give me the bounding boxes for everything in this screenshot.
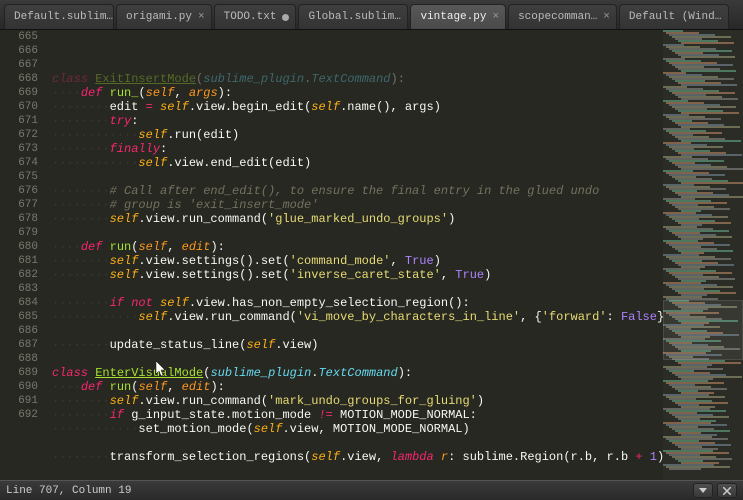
tab-label: origami.py [126,11,192,23]
line-number: 667 [0,58,38,72]
line-number: 671 [0,114,38,128]
code-line[interactable]: ············self.run(edit) [52,128,663,142]
line-number: 680 [0,240,38,254]
tab-close-icon[interactable]: × [603,11,610,23]
code-line[interactable]: ············self.view.end_edit(edit) [52,156,663,170]
code-line[interactable]: ········self.view.run_command('glue_mark… [52,212,663,226]
tab-default-wind-[interactable]: Default (Wind… × [619,4,729,29]
dirty-indicator-icon [282,14,289,21]
tab-label: TODO.txt [224,11,277,23]
minimap-viewport[interactable] [663,300,743,360]
tab-default-sublim-[interactable]: Default.sublim…× [4,4,114,29]
tab-label: vintage.py [420,11,486,23]
code-line[interactable]: class ExitInsertMode(sublime_plugin.Text… [52,72,663,86]
tab-label: Global.sublim… [308,11,400,23]
line-number: 670 [0,100,38,114]
tab-bar: Default.sublim…×origami.py×TODO.txtGloba… [0,0,743,30]
line-number: 683 [0,282,38,296]
line-number: 675 [0,170,38,184]
code-line[interactable]: ········update_status_line(self.view) [52,338,663,352]
tab-close-icon[interactable]: × [727,11,729,23]
line-number: 681 [0,254,38,268]
line-number: 684 [0,296,38,310]
tab-origami-py[interactable]: origami.py × [116,4,212,29]
code-line[interactable]: class EnterVisualMode(sublime_plugin.Tex… [52,366,663,380]
code-line[interactable]: ····def run(self, edit): [52,240,663,254]
code-line[interactable]: ········# group is 'exit_insert_mode' [52,198,663,212]
code-editor[interactable]: class ExitInsertMode(sublime_plugin.Text… [52,30,663,480]
code-line[interactable] [52,436,663,450]
tab-vintage-py[interactable]: vintage.py × [410,4,506,29]
line-number: 689 [0,366,38,380]
line-number: 677 [0,198,38,212]
line-number: 682 [0,268,38,282]
minimap[interactable] [663,30,743,480]
status-close-button[interactable] [717,483,737,498]
line-number: 679 [0,226,38,240]
status-dropdown-button[interactable] [693,483,713,498]
code-line[interactable]: ········self.view.settings().set('comman… [52,254,663,268]
tab-todo-txt[interactable]: TODO.txt [214,4,297,29]
code-line[interactable]: ········edit = self.view.begin_edit(self… [52,100,663,114]
line-number: 669 [0,86,38,100]
code-line[interactable]: ········transform_selection_regions(self… [52,450,663,464]
line-number: 687 [0,338,38,352]
line-number: 668 [0,72,38,86]
tab-scopecomman-[interactable]: scopecomman… × [508,4,617,29]
line-number: 691 [0,394,38,408]
line-number-gutter: 6656666676686696706716726736746756766776… [0,30,52,480]
line-number: 678 [0,212,38,226]
tab-label: Default (Wind… [629,11,721,23]
status-cursor-position: Line 707, Column 19 [6,485,131,497]
code-line[interactable] [52,282,663,296]
line-number: 672 [0,128,38,142]
code-line[interactable]: ········finally: [52,142,663,156]
code-line[interactable]: ········# Call after end_edit(), to ensu… [52,184,663,198]
code-line[interactable]: ········try: [52,114,663,128]
code-line[interactable]: ············self.view.run_command('vi_mo… [52,310,663,324]
code-line[interactable]: ····def run(self, edit): [52,380,663,394]
editor-area: 6656666676686696706716726736746756766776… [0,30,743,480]
line-number: 690 [0,380,38,394]
tab-close-icon[interactable]: × [492,11,499,23]
code-line[interactable]: ····def run_(self, args): [52,86,663,100]
line-number: 686 [0,324,38,338]
tab-label: Default.sublim… [14,11,113,23]
code-line[interactable]: ········self.view.run_command('mark_undo… [52,394,663,408]
code-line[interactable]: ········self.view.settings().set('invers… [52,268,663,282]
tab-label: scopecomman… [518,11,597,23]
code-line[interactable]: ············set_motion_mode(self.view, M… [52,422,663,436]
line-number: 688 [0,352,38,366]
line-number: 692 [0,408,38,422]
tab-global-sublim-[interactable]: Global.sublim… × [298,4,408,29]
code-line[interactable]: ········if not self.view.has_non_empty_s… [52,296,663,310]
code-line[interactable] [52,352,663,366]
code-line[interactable] [52,226,663,240]
code-line[interactable] [52,324,663,338]
tab-close-icon[interactable]: × [198,11,205,23]
line-number: 676 [0,184,38,198]
line-number: 673 [0,142,38,156]
status-bar: Line 707, Column 19 [0,480,743,500]
line-number: 674 [0,156,38,170]
line-number: 666 [0,44,38,58]
line-number: 685 [0,310,38,324]
line-number: 665 [0,30,38,44]
tab-close-icon[interactable]: × [407,11,409,23]
code-line[interactable]: ········if g_input_state.motion_mode != … [52,408,663,422]
code-line[interactable] [52,170,663,184]
